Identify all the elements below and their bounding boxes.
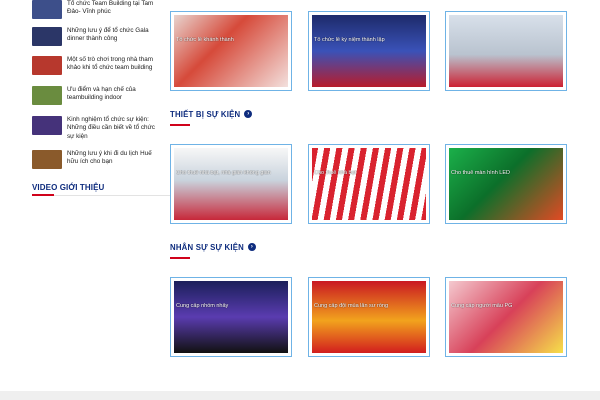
post-thumbnail[interactable] — [32, 150, 62, 169]
chevron-right-icon[interactable]: › — [244, 109, 253, 118]
post-title[interactable]: Kinh nghiệm tổ chức sự kiện: Những điều … — [67, 116, 155, 141]
equipment-card[interactable]: Cho thuê nhà bạt — [308, 144, 430, 224]
section-title-text[interactable]: NHÂN SỰ SỰ KIỆN — [170, 243, 244, 252]
post-title[interactable]: Những lưu ý khi đi du lịch Huế hữu ích c… — [67, 150, 155, 167]
post-title[interactable]: Tổ chức Team Building tại Tam Đảo- Vĩnh … — [67, 0, 155, 17]
service-card[interactable] — [445, 11, 567, 91]
card-caption[interactable]: Cho thuê màn hình LED — [451, 170, 561, 177]
service-card[interactable]: Tổ chức lễ khánh thành — [170, 11, 292, 91]
sidebar-post[interactable]: Những lưu ý khi đi du lịch Huế hữu ích c… — [30, 150, 155, 176]
sidebar-post[interactable]: Tổ chức Team Building tại Tam Đảo- Vĩnh … — [30, 0, 155, 26]
post-thumbnail[interactable] — [32, 27, 62, 46]
card-caption[interactable]: Cung cấp người mẫu PG — [451, 303, 561, 310]
staff-image[interactable]: Cung cấp nhóm nhảy — [174, 281, 288, 353]
post-title[interactable]: Một số trò chơi trong nhà tham khảo khi … — [67, 56, 155, 73]
sidebar-post[interactable]: Ưu điểm và hạn chế của teambuilding indo… — [30, 86, 155, 112]
equipment-image[interactable]: Cho thuê nhà bạt — [312, 148, 426, 220]
card-caption[interactable]: Cho thuê nhà bạt, nhà giàn không gian — [176, 170, 286, 177]
post-title[interactable]: Những lưu ý để tổ chức Gala dinner thành… — [67, 27, 155, 44]
equipment-image[interactable]: Cho thuê màn hình LED — [449, 148, 563, 220]
section-title-text[interactable]: THIẾT BỊ SỰ KIỆN — [170, 110, 240, 119]
service-image[interactable]: Tổ chức lễ khánh thành — [174, 15, 288, 87]
footer-strip — [0, 391, 600, 400]
post-title[interactable]: Ưu điểm và hạn chế của teambuilding indo… — [67, 86, 155, 103]
section-accent-bar — [170, 257, 190, 259]
equipment-card[interactable]: Cho thuê nhà bạt, nhà giàn không gian — [170, 144, 292, 224]
card-caption[interactable]: Cung cấp đội múa lân sư rồng — [314, 303, 424, 310]
card-caption[interactable]: Cung cấp nhóm nhảy — [176, 303, 286, 310]
heading-divider — [32, 195, 182, 196]
post-thumbnail[interactable] — [32, 56, 62, 75]
equipment-section-title[interactable]: THIẾT BỊ SỰ KIỆN › — [170, 109, 253, 119]
service-image[interactable] — [449, 15, 563, 87]
post-thumbnail[interactable] — [32, 116, 62, 135]
card-caption[interactable]: Tổ chức lễ kỷ niệm thành lập — [314, 37, 424, 44]
equipment-card[interactable]: Cho thuê màn hình LED — [445, 144, 567, 224]
post-thumbnail[interactable] — [32, 86, 62, 105]
service-card[interactable]: Tổ chức lễ kỷ niệm thành lập — [308, 11, 430, 91]
staff-section-title[interactable]: NHÂN SỰ SỰ KIỆN › — [170, 242, 256, 252]
sidebar-post[interactable]: Những lưu ý để tổ chức Gala dinner thành… — [30, 27, 155, 53]
section-accent-bar — [170, 124, 190, 126]
staff-image[interactable]: Cung cấp người mẫu PG — [449, 281, 563, 353]
video-section-heading: VIDEO GIỚI THIỆU — [32, 183, 105, 192]
card-caption[interactable]: Cho thuê nhà bạt — [314, 170, 424, 177]
staff-card[interactable]: Cung cấp đội múa lân sư rồng — [308, 277, 430, 357]
post-thumbnail[interactable] — [32, 0, 62, 19]
heading-accent-bar — [32, 194, 54, 196]
service-image[interactable]: Tổ chức lễ kỷ niệm thành lập — [312, 15, 426, 87]
sidebar-post[interactable]: Một số trò chơi trong nhà tham khảo khi … — [30, 56, 155, 82]
staff-card[interactable]: Cung cấp nhóm nhảy — [170, 277, 292, 357]
sidebar-post[interactable]: Kinh nghiệm tổ chức sự kiện: Những điều … — [30, 116, 155, 142]
card-caption[interactable]: Tổ chức lễ khánh thành — [176, 37, 286, 44]
staff-card[interactable]: Cung cấp người mẫu PG — [445, 277, 567, 357]
chevron-right-icon[interactable]: › — [248, 242, 256, 251]
staff-image[interactable]: Cung cấp đội múa lân sư rồng — [312, 281, 426, 353]
equipment-image[interactable]: Cho thuê nhà bạt, nhà giàn không gian — [174, 148, 288, 220]
